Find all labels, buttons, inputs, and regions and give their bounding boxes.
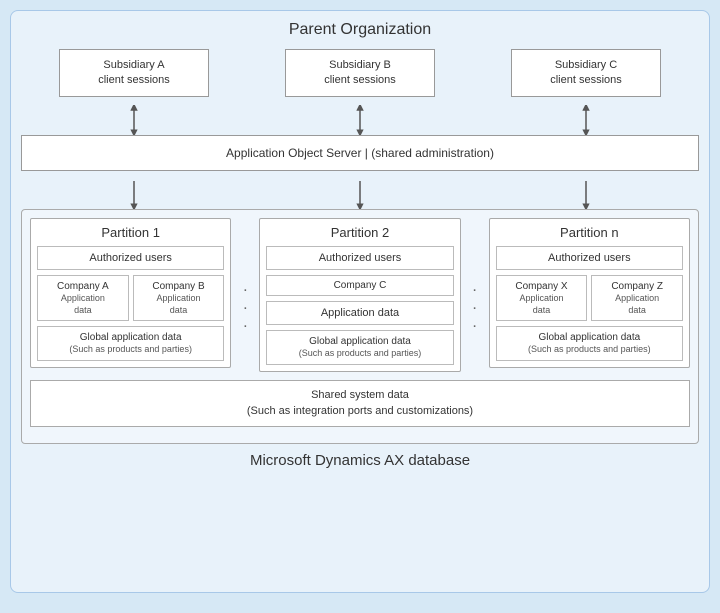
company-x-box: Company X Applicationdata (496, 275, 588, 321)
arrow-down-pn (576, 179, 596, 209)
partition-2-global: Global application data (Such as product… (266, 330, 453, 365)
shared-data-line1: Shared system data (31, 387, 689, 404)
company-b-name: Company B (136, 280, 222, 293)
arrow-part-col-3 (474, 179, 698, 209)
partition-1-box: Partition 1 Authorized users Company A A… (30, 218, 231, 368)
arrow-down-up-3 (576, 105, 596, 135)
subsidiary-c-box: Subsidiary Cclient sessions (511, 49, 661, 97)
partition-1-global-sub: (Such as products and parties) (40, 344, 221, 356)
subsidiary-row: Subsidiary Aclient sessions Subsidiary B… (21, 49, 699, 97)
partition-n-companies: Company X Applicationdata Company Z Appl… (496, 275, 683, 321)
company-c-name: Company C (269, 280, 450, 291)
partition-2-auth-label: Authorized users (319, 252, 402, 264)
partition-n-title: Partition n (496, 225, 683, 240)
partition-2-auth-users: Authorized users (266, 246, 453, 270)
dots-separator: . . . (237, 218, 253, 332)
company-b-box: Company B Applicationdata (133, 275, 225, 321)
subsidiary-a-label: Subsidiary Aclient sessions (98, 58, 170, 89)
parent-org-title: Parent Organization (21, 21, 699, 39)
subsidiary-b-label: Subsidiary Bclient sessions (324, 58, 396, 89)
arrow-down-p2 (350, 179, 370, 209)
company-z-box: Company Z Applicationdata (591, 275, 683, 321)
outer-container: Parent Organization Subsidiary Aclient s… (10, 10, 710, 593)
db-title: Microsoft Dynamics AX database (21, 452, 699, 469)
arrow-part-col-2 (248, 179, 472, 209)
company-x-name: Company X (499, 280, 585, 293)
partition-2-global-sub: (Such as products and parties) (269, 348, 450, 360)
partition-2-title: Partition 2 (266, 225, 453, 240)
company-z-name: Company Z (594, 280, 680, 293)
partition-n-box: Partition n Authorized users Company X A… (489, 218, 690, 368)
partition-n-global-sub: (Such as products and parties) (499, 344, 680, 356)
partition-1-companies: Company A Applicationdata Company B Appl… (37, 275, 224, 321)
partition-n-global: Global application data (Such as product… (496, 326, 683, 361)
aos-bar: Application Object Server | (shared admi… (21, 135, 699, 171)
subsidiary-c-label: Subsidiary Cclient sessions (550, 58, 622, 89)
partition-n-global-label: Global application data (499, 331, 680, 344)
dot-2: . (243, 296, 247, 314)
partition-n-auth-users: Authorized users (496, 246, 683, 270)
company-x-data: Applicationdata (499, 293, 585, 316)
dot-1: . (243, 278, 247, 296)
company-c-box: Company C (266, 275, 453, 296)
partition-2-box: Partition 2 Authorized users Company C A… (259, 218, 460, 372)
shared-data-box: Shared system data (Such as integration … (30, 380, 690, 427)
dot-3: . (243, 314, 247, 332)
dots-separator-2: . . . (467, 218, 483, 332)
partition-2-global-label: Global application data (269, 335, 450, 348)
subsidiary-b-box: Subsidiary Bclient sessions (285, 49, 435, 97)
company-a-data: Applicationdata (40, 293, 126, 316)
partition-2-app-data: Application data (266, 301, 453, 325)
dot-6: . (472, 314, 476, 332)
arrows-to-aos (21, 105, 699, 135)
arrow-down-p1 (124, 179, 144, 209)
partition-1-global: Global application data (Such as product… (37, 326, 224, 361)
dot-4: . (472, 278, 476, 296)
partition-1-auth-label: Authorized users (89, 252, 172, 264)
partition-n-auth-label: Authorized users (548, 252, 631, 264)
company-a-name: Company A (40, 280, 126, 293)
arrow-col-3 (474, 105, 698, 135)
inner-container: Partition 1 Authorized users Company A A… (21, 209, 699, 444)
arrow-down-up-1 (124, 105, 144, 135)
partition-1-global-label: Global application data (40, 331, 221, 344)
company-a-box: Company A Applicationdata (37, 275, 129, 321)
partition-1-title: Partition 1 (37, 225, 224, 240)
arrow-col-2 (248, 105, 472, 135)
arrow-col-1 (22, 105, 246, 135)
arrows-to-partitions (21, 179, 699, 209)
company-z-data: Applicationdata (594, 293, 680, 316)
arrow-down-up-2 (350, 105, 370, 135)
company-b-data: Applicationdata (136, 293, 222, 316)
aos-label: Application Object Server | (shared admi… (226, 146, 494, 160)
arrow-part-col-1 (22, 179, 246, 209)
shared-data-line2: (Such as integration ports and customiza… (31, 403, 689, 420)
partition-2-app-data-label: Application data (321, 307, 399, 319)
dot-5: . (472, 296, 476, 314)
partition-1-auth-users: Authorized users (37, 246, 224, 270)
subsidiary-a-box: Subsidiary Aclient sessions (59, 49, 209, 97)
